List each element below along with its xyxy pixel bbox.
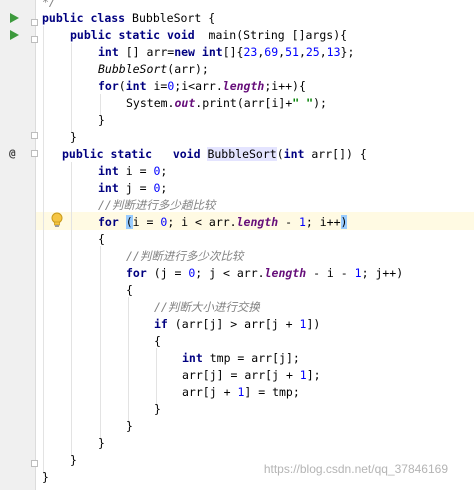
code-line: { <box>98 232 105 246</box>
lightbulb-icon[interactable] <box>50 212 64 228</box>
code-line: int i = 0; <box>98 164 168 178</box>
gutter-separator <box>35 0 36 490</box>
run-icon[interactable] <box>10 30 19 40</box>
code-line: BubbleSort(arr); <box>98 62 209 76</box>
code-line: int [] arr=new int[]{23,69,51,25,13}; <box>98 45 355 59</box>
code-line: for(int i=0;i<arr.length;i++){ <box>98 79 306 93</box>
code-line: public static void BubbleSort(int arr[])… <box>62 147 367 161</box>
code-line: } <box>154 402 161 416</box>
indent-guide <box>71 43 72 133</box>
code-line: int tmp = arr[j]; <box>182 351 300 365</box>
code-line: } <box>42 470 49 484</box>
fold-marker[interactable] <box>31 150 38 157</box>
code-line: } <box>98 113 105 127</box>
code-line: } <box>70 453 77 467</box>
editor-gutter <box>0 0 36 490</box>
code-line: //判断进行多少次比较 <box>126 249 244 263</box>
run-icon[interactable] <box>10 13 19 23</box>
code-line: public class BubbleSort { <box>42 11 216 25</box>
code-line: for (j = 0; j < arr.length - i - 1; j++) <box>126 266 404 280</box>
code-line: } <box>98 436 105 450</box>
code-line: arr[j] = arr[j + 1]; <box>182 368 321 382</box>
indent-guide <box>71 162 72 457</box>
indent-guide <box>43 26 44 474</box>
code-line: { <box>154 334 161 348</box>
code-line: { <box>126 283 133 297</box>
code-line: } <box>126 419 133 433</box>
code-line: //判断进行多少趟比较 <box>98 198 216 212</box>
fold-marker[interactable] <box>31 460 38 467</box>
fold-marker[interactable] <box>31 36 38 43</box>
indent-guide <box>156 348 157 406</box>
code-line-current: for (i = 0; i < arr.length - 1; i++) <box>98 215 348 229</box>
watermark: https://blog.csdn.net/qq_37846169 <box>263 462 448 476</box>
code-line: public static void main(String []args){ <box>70 28 348 42</box>
fold-marker[interactable] <box>31 19 38 26</box>
code-line: //判断大小进行交换 <box>154 300 260 314</box>
code-line: if (arr[j] > arr[j + 1]) <box>154 317 321 331</box>
indent-guide <box>100 246 101 440</box>
code-line: System.out.print(arr[i]+" "); <box>126 96 327 110</box>
code-line: arr[j + 1] = tmp; <box>182 385 300 399</box>
code-line: int j = 0; <box>98 181 168 195</box>
code-line: } <box>70 130 77 144</box>
override-icon[interactable]: @ <box>9 147 16 160</box>
fold-marker[interactable] <box>31 132 38 139</box>
indent-guide <box>128 297 129 423</box>
